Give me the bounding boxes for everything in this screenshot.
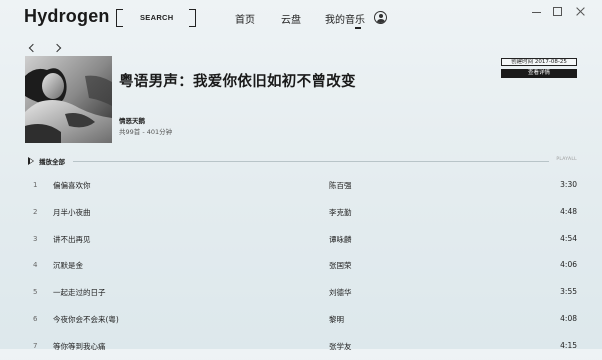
playlist-title: 粤语男声：我爱你依旧如初不曾改变: [119, 74, 356, 90]
play-all-bar[interactable]: 播放全部 PLAYALL: [25, 156, 577, 166]
table-row[interactable]: 4 沉默是金 张国荣 4:06: [25, 252, 577, 279]
track-duration: 3:30: [560, 180, 577, 189]
play-triangle-icon: [28, 157, 34, 165]
track-duration: 4:06: [560, 260, 577, 270]
top-bar: Hydrogen SEARCH 首页 云盘 我的音乐: [0, 0, 602, 36]
track-artist[interactable]: 张学友: [329, 341, 352, 352]
track-number: 6: [33, 314, 38, 323]
view-details-button[interactable]: 查看详情: [501, 69, 577, 78]
user-avatar-icon[interactable]: [374, 11, 387, 24]
play-all-tag: PLAYALL: [556, 157, 577, 162]
track-number: 3: [33, 234, 38, 243]
nav-home[interactable]: 首页: [235, 11, 255, 26]
playlist-cover-image: [25, 56, 112, 143]
chevron-left-icon[interactable]: [28, 44, 36, 52]
table-row[interactable]: 2 月半小夜曲 李克勤 4:48: [25, 199, 577, 226]
track-list: 1 偏偏喜欢你 陈百强 3:30 2 月半小夜曲 李克勤 4:48 3 讲不出再…: [25, 172, 577, 360]
close-icon[interactable]: [574, 5, 588, 19]
search-bracket-right-icon: [189, 9, 196, 27]
table-row[interactable]: 7 等你等到我心痛 张学友 4:15: [25, 333, 577, 360]
app-logo: Hydrogen: [24, 6, 110, 26]
track-title[interactable]: 一起走过的日子: [53, 287, 106, 298]
nav-my-music[interactable]: 我的音乐: [325, 11, 365, 29]
track-artist[interactable]: 张国荣: [329, 260, 352, 271]
divider: [73, 161, 549, 162]
track-title[interactable]: 等你等到我心痛: [53, 341, 106, 352]
track-title[interactable]: 偏偏喜欢你: [53, 180, 91, 191]
track-artist[interactable]: 陈百强: [329, 180, 352, 191]
search-label: SEARCH: [140, 13, 174, 22]
track-title[interactable]: 沉默是金: [53, 260, 83, 271]
track-artist[interactable]: 李克勤: [329, 207, 352, 218]
track-artist[interactable]: 黎明: [329, 314, 344, 325]
track-title[interactable]: 月半小夜曲: [53, 207, 91, 218]
app-window: Hydrogen SEARCH 首页 云盘 我的音乐 粤语男声：我爱你依旧如初不…: [0, 0, 602, 351]
playlist-meta: 共99首 - 401分钟: [119, 128, 173, 136]
playlist-creator[interactable]: 情恶天鹅: [119, 115, 145, 125]
track-artist[interactable]: 谭咏麟: [329, 234, 352, 245]
created-date-badge: 创建时间 2017-08-25: [501, 58, 577, 66]
track-artist[interactable]: 刘德华: [329, 287, 352, 298]
minimize-icon[interactable]: [530, 5, 544, 19]
nav-cloud[interactable]: 云盘: [281, 11, 301, 26]
track-duration: 4:08: [560, 313, 577, 323]
search-bracket-left-icon: [116, 9, 123, 27]
search-button[interactable]: SEARCH: [116, 9, 196, 27]
track-number: 5: [33, 288, 38, 297]
chevron-right-icon[interactable]: [54, 44, 62, 52]
track-title[interactable]: 讲不出再见: [53, 234, 91, 245]
table-row[interactable]: 6 今夜你会不会来(粤) 黎明 4:08: [25, 306, 577, 333]
track-duration: 3:55: [560, 287, 577, 297]
table-row[interactable]: 3 讲不出再见 谭咏麟 4:54: [25, 226, 577, 253]
track-duration: 4:48: [560, 206, 577, 216]
track-duration: 4:54: [560, 233, 577, 243]
track-title[interactable]: 今夜你会不会来(粤): [53, 314, 119, 325]
maximize-icon[interactable]: [551, 5, 565, 19]
table-row[interactable]: 1 偏偏喜欢你 陈百强 3:30: [25, 172, 577, 199]
track-number: 2: [33, 207, 38, 216]
track-duration: 4:15: [560, 340, 577, 350]
track-number: 4: [33, 261, 38, 270]
track-number: 1: [33, 181, 38, 189]
play-all-label[interactable]: 播放全部: [39, 156, 65, 166]
table-row[interactable]: 5 一起走过的日子 刘德华 3:55: [25, 279, 577, 306]
